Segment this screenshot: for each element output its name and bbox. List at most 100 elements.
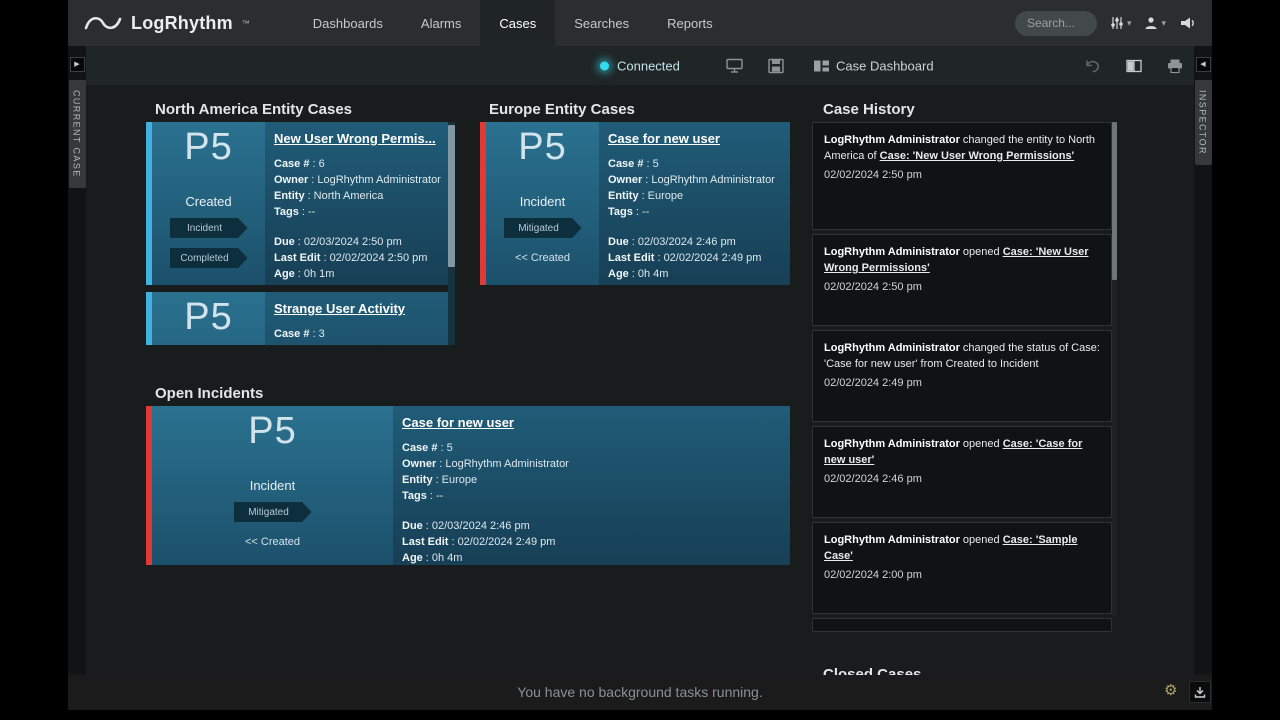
history-timestamp: 02/02/2024 2:46 pm <box>824 473 1100 485</box>
current-case-tab[interactable]: CURRENT CASE <box>69 80 86 188</box>
connected-dot-icon <box>600 61 609 70</box>
case-field-due: Due: 02/03/2024 2:46 pm <box>608 234 780 250</box>
case-field-entity: Entity: Europe <box>402 472 780 488</box>
case-history-entry: LogRhythm Administrator opened Case: 'Sa… <box>812 522 1112 614</box>
add-widgets-button[interactable] <box>726 58 743 73</box>
cases-list-scrollbar[interactable] <box>448 122 455 345</box>
nav-right-cluster: ▾ ▾ <box>1015 0 1212 46</box>
case-field-owner: Owner: LogRhythm Administrator <box>274 172 445 188</box>
chevron-down-icon: ▾ <box>1127 19 1132 28</box>
case-card-new-user-wrong-permissions[interactable]: P5 Created Incident Completed New User W… <box>146 122 455 285</box>
history-actor: LogRhythm Administrator <box>824 438 960 450</box>
inspector-tab[interactable]: INSPECTOR <box>1195 80 1212 165</box>
case-field-tags: Tags: -- <box>402 488 780 504</box>
history-actor: LogRhythm Administrator <box>824 246 960 258</box>
history-action-text: opened <box>960 534 1003 546</box>
expand-inspector-button[interactable]: ◀ <box>1196 57 1211 72</box>
case-title-link[interactable]: Case for new user <box>608 131 780 146</box>
scrollbar-thumb[interactable] <box>448 125 455 267</box>
history-action-text: opened <box>960 246 1003 258</box>
history-action-text: opened <box>960 438 1003 450</box>
app-screen: LogRhythm ™ Dashboards Alarms Cases Searc… <box>0 0 1280 720</box>
dashboard-toolbar: Connected <box>68 46 1212 85</box>
expand-current-case-button[interactable]: ▶ <box>70 57 85 72</box>
nav-tab-alarms[interactable]: Alarms <box>402 0 480 46</box>
case-field-number: Case #: 5 <box>402 440 780 456</box>
background-tasks-tray-button[interactable] <box>1189 681 1211 703</box>
notifications-button[interactable] <box>1179 16 1196 30</box>
print-button[interactable] <box>1167 58 1183 73</box>
trademark-mark: ™ <box>242 19 250 28</box>
background-tasks-message: You have no background tasks running. <box>68 684 1212 700</box>
history-timestamp: 02/02/2024 2:50 pm <box>824 169 1100 181</box>
primary-nav-tabs: Dashboards Alarms Cases Searches Reports <box>294 0 732 46</box>
case-field-last-edit: Last Edit: 02/02/2024 2:49 pm <box>402 534 780 550</box>
section-title-north-america: North America Entity Cases <box>155 101 352 118</box>
history-actor: LogRhythm Administrator <box>824 534 960 546</box>
nav-tab-reports[interactable]: Reports <box>648 0 732 46</box>
case-title-link[interactable]: Strange User Activity <box>274 301 445 316</box>
history-timestamp: 02/02/2024 2:00 pm <box>824 569 1100 581</box>
settings-gear-icon[interactable]: ⚙ <box>1164 683 1177 698</box>
transition-mitigated-button[interactable]: Mitigated <box>234 502 312 522</box>
connection-status: Connected <box>600 58 680 73</box>
history-timestamp: 02/02/2024 2:49 pm <box>824 377 1100 389</box>
megaphone-icon <box>1179 16 1196 30</box>
case-priority: P5 <box>152 410 393 453</box>
case-field-tags: Tags: -- <box>608 204 780 220</box>
dashboard-selector[interactable]: Case Dashboard <box>813 58 934 73</box>
case-field-owner: Owner: LogRhythm Administrator <box>274 342 445 345</box>
case-field-number: Case #: 5 <box>608 156 780 172</box>
undo-button[interactable] <box>1084 58 1101 73</box>
undo-icon <box>1084 58 1101 73</box>
app-frame: LogRhythm ™ Dashboards Alarms Cases Searc… <box>68 0 1212 710</box>
nav-tab-searches[interactable]: Searches <box>555 0 648 46</box>
history-case-link[interactable]: Case: 'New User Wrong Permissions' <box>880 150 1075 162</box>
case-card-open-incident[interactable]: P5 Incident Mitigated << Created Case fo… <box>146 406 790 565</box>
scrollbar-thumb[interactable] <box>1112 122 1117 280</box>
case-card-case-for-new-user[interactable]: P5 Incident Mitigated << Created Case fo… <box>480 122 790 285</box>
case-left-panel: P5 Incident Mitigated << Created <box>152 406 393 565</box>
logrhythm-brand[interactable]: LogRhythm ™ <box>68 0 266 46</box>
layout-columns-icon <box>1126 59 1142 72</box>
case-left-panel: P5 Incident Mitigated << Created <box>486 122 599 285</box>
case-status-label: Incident <box>486 194 599 209</box>
case-status-label: Created <box>152 194 265 209</box>
nav-tab-cases[interactable]: Cases <box>480 0 555 46</box>
case-field-due: Due: 02/03/2024 2:46 pm <box>402 518 780 534</box>
case-details: Case for new user Case #: 5 Owner: LogRh… <box>393 406 790 565</box>
search-input[interactable] <box>1015 11 1097 36</box>
transition-completed-button[interactable]: Completed <box>170 248 248 268</box>
nav-tab-dashboards[interactable]: Dashboards <box>294 0 402 46</box>
left-panel-strip: ▶ CURRENT CASE <box>68 46 86 675</box>
previous-status-link[interactable]: << Created <box>486 252 599 264</box>
case-field-due: Due: 02/03/2024 2:50 pm <box>274 234 445 250</box>
case-status-label: Incident <box>152 478 393 493</box>
previous-status-link[interactable]: << Created <box>152 536 393 548</box>
case-field-age: Age: 0h 1m <box>274 266 445 282</box>
layout-columns-button[interactable] <box>1126 59 1142 72</box>
transition-incident-button[interactable]: Incident <box>170 218 248 238</box>
case-history-entry: LogRhythm Administrator changed the enti… <box>812 122 1112 230</box>
filter-settings-menu[interactable]: ▾ <box>1110 16 1132 30</box>
add-widgets-icon <box>726 58 743 73</box>
save-layout-button[interactable] <box>768 58 784 73</box>
case-title-link[interactable]: New User Wrong Permis... <box>274 131 445 146</box>
case-history-scrollbar[interactable] <box>1112 122 1117 616</box>
brand-name: LogRhythm <box>131 13 233 34</box>
download-tray-icon <box>1194 686 1206 698</box>
history-actor: LogRhythm Administrator <box>824 342 960 354</box>
history-timestamp: 02/02/2024 2:50 pm <box>824 281 1100 293</box>
case-field-tags: Tags: -- <box>274 204 445 220</box>
section-title-closed-cases: Closed Cases <box>823 666 921 675</box>
case-title-link[interactable]: Case for new user <box>402 415 780 430</box>
history-actor: LogRhythm Administrator <box>824 134 960 146</box>
dashboard-name-label: Case Dashboard <box>836 58 934 73</box>
case-priority: P5 <box>152 296 265 339</box>
user-account-menu[interactable]: ▾ <box>1144 16 1166 30</box>
print-icon <box>1167 58 1183 73</box>
chevron-down-icon: ▾ <box>1161 19 1166 28</box>
case-card-strange-user-activity[interactable]: P5 Strange User Activity Case #: 3 Owner… <box>146 292 455 345</box>
transition-mitigated-button[interactable]: Mitigated <box>504 218 582 238</box>
user-icon <box>1144 16 1158 30</box>
